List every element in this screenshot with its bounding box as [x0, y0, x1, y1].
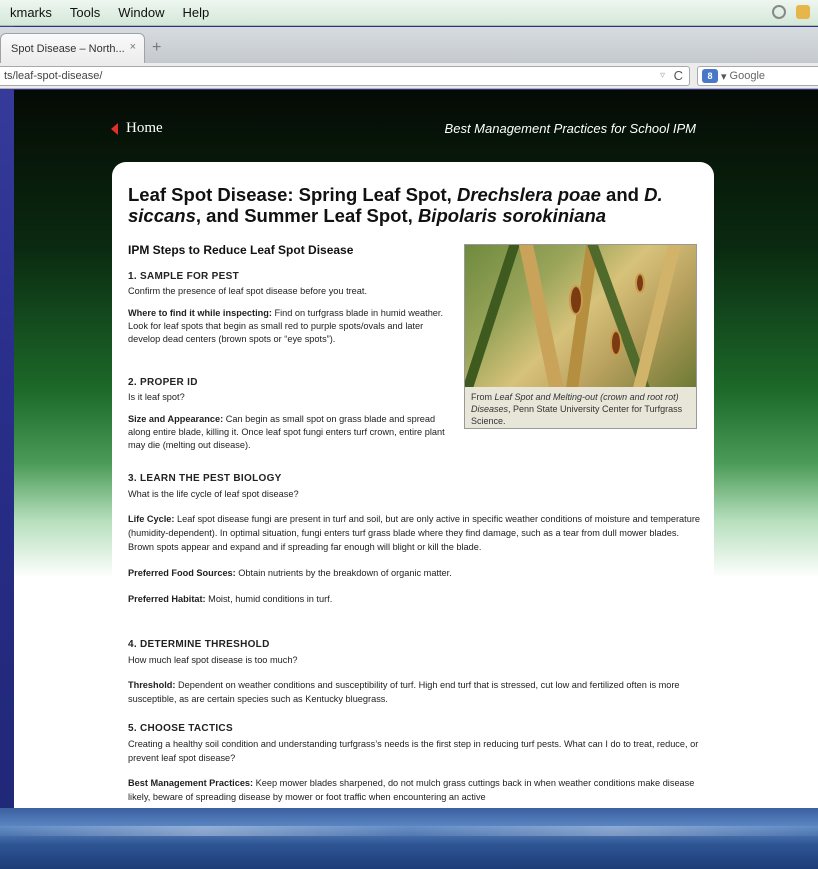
tab-title: Spot Disease – North...	[11, 42, 125, 55]
back-arrow-icon	[111, 122, 118, 135]
step2-block: 2. PROPER ID Is it leaf spot? Size and A…	[128, 376, 448, 452]
step5-block: 5. CHOOSE TACTICS Creating a healthy soi…	[128, 722, 703, 804]
page-title: Leaf Spot Disease: Spring Leaf Spot, Dre…	[128, 184, 663, 226]
step3-heading: 3. LEARN THE PEST BIOLOGY	[128, 473, 282, 484]
menu-window[interactable]: Window	[118, 5, 164, 20]
step5-text: Creating a healthy soil condition and un…	[128, 739, 699, 763]
desktop-background-bottom	[0, 808, 818, 869]
leaf-spot-photo	[465, 245, 696, 387]
step2-size: Size and Appearance: Can begin as small …	[128, 414, 445, 450]
step3-life: Life Cycle: Leaf spot disease fungi are …	[128, 514, 700, 552]
home-label: Home	[126, 120, 163, 136]
new-tab-icon[interactable]: +	[152, 39, 161, 57]
search-input[interactable]: 8 ▾ Google	[697, 66, 818, 86]
menu-bookmarks[interactable]: kmarks	[10, 5, 52, 20]
desktop-background-left	[0, 0, 14, 869]
tab-close-icon[interactable]: ×	[130, 41, 136, 53]
page-viewport: Home Best Management Practices for Schoo…	[14, 90, 818, 808]
photo-caption: From Leaf Spot and Melting-out (crown an…	[471, 392, 683, 426]
step3-food: Preferred Food Sources: Obtain nutrients…	[128, 568, 452, 578]
reload-icon[interactable]: C	[674, 68, 683, 83]
url-input[interactable]: ts/leaf-spot-disease/ ▿ C	[0, 66, 690, 86]
extension-icon[interactable]	[796, 5, 810, 19]
step1-text: Confirm the presence of leaf spot diseas…	[128, 286, 368, 296]
step3-text: What is the life cycle of leaf spot dise…	[128, 489, 299, 499]
step1-block: 1. SAMPLE FOR PEST Confirm the presence …	[128, 270, 448, 346]
step2-heading: 2. PROPER ID	[128, 377, 198, 388]
step3-block: 3. LEARN THE PEST BIOLOGY What is the li…	[128, 472, 703, 606]
step4-block: 4. DETERMINE THRESHOLD How much leaf spo…	[128, 638, 703, 706]
step1-heading: 1. SAMPLE FOR PEST	[128, 271, 239, 282]
step2-text: Is it leaf spot?	[128, 392, 185, 402]
url-text: ts/leaf-spot-disease/	[4, 70, 103, 82]
step3-habitat: Preferred Habitat: Moist, humid conditio…	[128, 594, 333, 604]
tab-strip: Spot Disease – North... × +	[0, 27, 818, 63]
step5-heading: 5. CHOOSE TACTICS	[128, 723, 233, 734]
step1-find: Where to find it while inspecting: Find …	[128, 308, 444, 344]
step5-bmp: Best Management Practices: Keep mower bl…	[128, 778, 695, 802]
browser-tab-active[interactable]: Spot Disease – North... ×	[0, 33, 145, 63]
menu-tools[interactable]: Tools	[70, 5, 100, 20]
url-dropdown-icon[interactable]: ▿	[660, 70, 665, 81]
section-heading: IPM Steps to Reduce Leaf Spot Disease	[128, 243, 354, 257]
menu-tray	[772, 5, 810, 19]
search-engine-dropdown-icon[interactable]: ▾	[721, 70, 727, 83]
search-engine-icon[interactable]: 8	[702, 69, 718, 83]
menu-bar: kmarks Tools Window Help	[0, 0, 818, 26]
sync-icon[interactable]	[772, 5, 786, 19]
step4-heading: 4. DETERMINE THRESHOLD	[128, 639, 270, 650]
step4-threshold: Threshold: Dependent on weather conditio…	[128, 680, 680, 704]
content-card: Leaf Spot Disease: Spring Leaf Spot, Dre…	[112, 162, 714, 808]
home-link[interactable]: Home	[111, 120, 163, 137]
photo-figure: From Leaf Spot and Melting-out (crown an…	[464, 244, 697, 429]
site-tagline-link[interactable]: Best Management Practices for School IPM	[445, 121, 696, 136]
step4-text: How much leaf spot disease is too much?	[128, 655, 298, 665]
address-bar-row: ts/leaf-spot-disease/ ▿ C 8 ▾ Google	[0, 63, 818, 89]
menu-help[interactable]: Help	[183, 5, 210, 20]
search-placeholder: Google	[729, 70, 766, 82]
